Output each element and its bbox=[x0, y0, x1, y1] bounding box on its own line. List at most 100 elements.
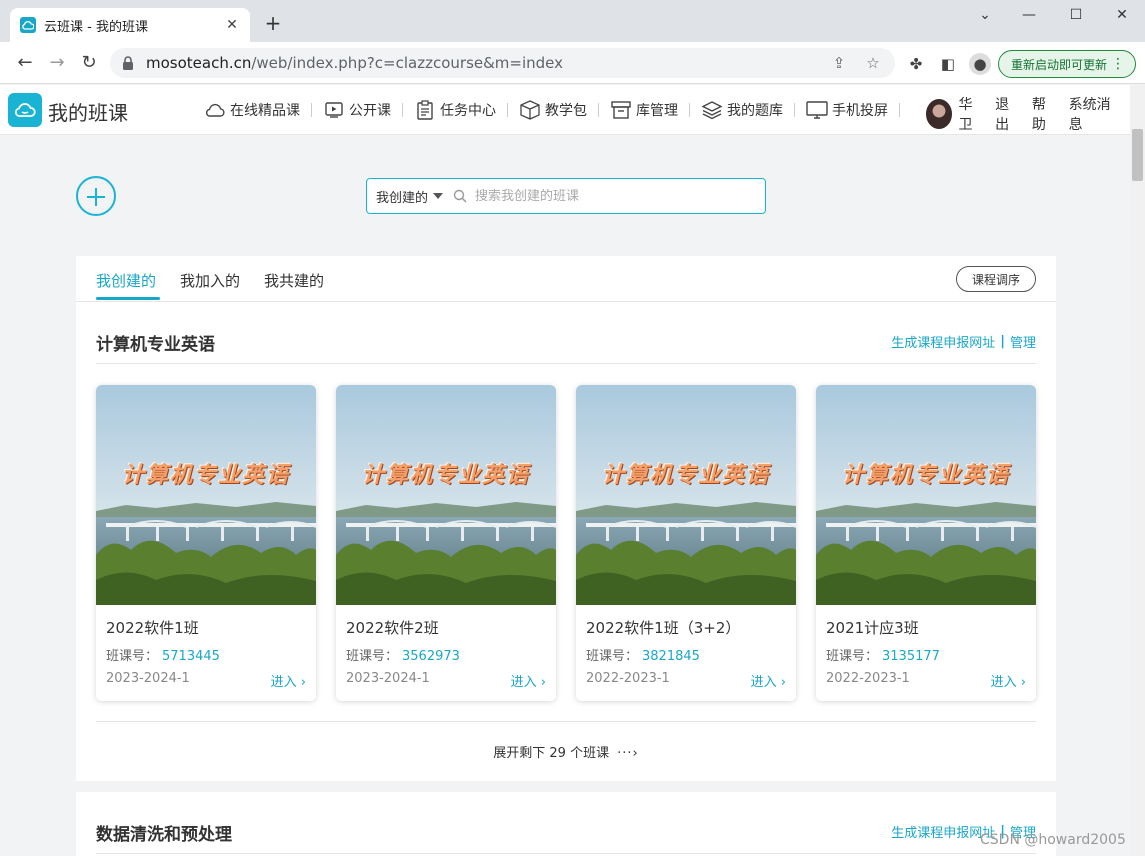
class-code-value: 3135177 bbox=[882, 649, 940, 664]
class-cover-image[interactable]: 计算机专业英语 bbox=[96, 385, 316, 605]
profile-icon[interactable]: ● bbox=[969, 53, 991, 75]
logout-link[interactable]: 退出 bbox=[995, 94, 1020, 134]
class-card[interactable]: 计算机专业英语 2021计应3班 班课号： 3135177 2022-2023-1 进入 … bbox=[816, 385, 1036, 701]
package-icon bbox=[519, 99, 541, 121]
share-icon[interactable]: ⇪ bbox=[829, 53, 849, 73]
url-text: mosoteach.cn/web/index.php?c=clazzcourse… bbox=[146, 54, 564, 72]
nav-online-courses[interactable]: 在线精品课 bbox=[204, 85, 300, 135]
enter-class-link[interactable]: 进入 › bbox=[511, 671, 546, 690]
nav-divider bbox=[899, 103, 900, 117]
archive-icon bbox=[610, 99, 632, 121]
cloud-icon bbox=[204, 99, 226, 121]
class-cover-image[interactable]: 计算机专业英语 bbox=[816, 385, 1036, 605]
tab-search-chevron-icon[interactable]: ⌄ bbox=[970, 4, 1000, 26]
caret-down-icon bbox=[433, 193, 444, 199]
course-tabs: 我创建的 我加入的 我共建的 课程调序 bbox=[76, 256, 1056, 302]
course-name: 数据清洗和预处理 bbox=[96, 825, 232, 845]
class-cover-image[interactable]: 计算机专业英语 bbox=[576, 385, 796, 605]
enter-class-link[interactable]: 进入 › bbox=[751, 671, 786, 690]
close-tab-icon[interactable]: ✕ bbox=[224, 17, 240, 33]
user-name[interactable]: 华卫 bbox=[958, 94, 983, 134]
update-button[interactable]: 重新启动即可更新 ⋮ bbox=[998, 50, 1136, 78]
help-link[interactable]: 帮助 bbox=[1032, 94, 1057, 134]
manage-link[interactable]: 管理 bbox=[1010, 332, 1036, 351]
class-term: 2022-2023-1 bbox=[586, 671, 670, 686]
minimize-icon[interactable]: — bbox=[1014, 4, 1044, 26]
side-panel-icon[interactable]: ◧ bbox=[937, 53, 959, 75]
class-name[interactable]: 2021计应3班 bbox=[826, 617, 919, 638]
tab-created[interactable]: 我创建的 bbox=[96, 270, 156, 291]
class-code-label: 班课号： bbox=[346, 649, 399, 664]
site-header: 我的班课 在线精品课 公开课 任务中心 教学包 库管理 我的题库 手机投屏 华卫… bbox=[0, 85, 1130, 135]
nav-teaching-package[interactable]: 教学包 bbox=[519, 85, 587, 135]
screen-icon bbox=[806, 99, 828, 121]
browser-tabbar: 云班课 - 我的班课 ✕ + ⌄ — ☐ ✕ bbox=[0, 0, 1145, 42]
class-card[interactable]: 计算机专业英语 2022软件1班 班课号： 5713445 2023-2024-1 进入 … bbox=[96, 385, 316, 701]
search-scope-dropdown[interactable]: 我创建的 bbox=[367, 187, 453, 206]
tab-title: 云班课 - 我的班课 bbox=[44, 19, 148, 35]
nav-label: 手机投屏 bbox=[832, 103, 888, 119]
class-code-value: 5713445 bbox=[162, 649, 220, 664]
cover-title-text: 计算机专业英语 bbox=[361, 462, 530, 488]
class-code-value: 3562973 bbox=[402, 649, 460, 664]
class-code: 班课号： 3821845 bbox=[586, 645, 700, 664]
messages-link[interactable]: 系统消息 bbox=[1069, 94, 1118, 134]
nav-open-courses[interactable]: 公开课 bbox=[323, 85, 391, 135]
nav-screen-cast[interactable]: 手机投屏 bbox=[806, 85, 888, 135]
extensions-puzzle-icon[interactable]: ✤ bbox=[905, 53, 927, 75]
class-card[interactable]: 计算机专业英语 2022软件1班（3+2） 班课号： 3821845 2022-2023… bbox=[576, 385, 796, 701]
class-cover-image[interactable]: 计算机专业英语 bbox=[336, 385, 556, 605]
course-links: 生成课程申报网址 | 管理 bbox=[891, 332, 1036, 351]
class-code-label: 班课号： bbox=[106, 649, 159, 664]
scrollbar-thumb[interactable] bbox=[1132, 129, 1143, 181]
nav-divider bbox=[689, 103, 690, 117]
enter-class-link[interactable]: 进入 › bbox=[271, 671, 306, 690]
class-code-value: 3821845 bbox=[642, 649, 700, 664]
nav-question-bank[interactable]: 我的题库 bbox=[701, 85, 783, 135]
cover-title-text: 计算机专业英语 bbox=[121, 462, 290, 488]
main-nav: 在线精品课 公开课 任务中心 教学包 库管理 我的题库 手机投屏 bbox=[204, 85, 911, 135]
nav-divider bbox=[598, 103, 599, 117]
class-code-label: 班课号： bbox=[586, 649, 639, 664]
forward-icon[interactable]: → bbox=[46, 52, 68, 74]
class-term: 2023-2024-1 bbox=[346, 671, 430, 686]
course-group-header: 数据清洗和预处理 生成课程申报网址 | 管理 bbox=[96, 810, 1036, 854]
bookmark-star-icon[interactable]: ☆ bbox=[863, 53, 883, 73]
cloud-logo-icon[interactable] bbox=[8, 93, 42, 127]
class-name[interactable]: 2022软件1班（3+2） bbox=[586, 617, 740, 638]
page-scrollbar[interactable] bbox=[1130, 85, 1145, 856]
course-panel-2: 数据清洗和预处理 生成课程申报网址 | 管理 bbox=[76, 792, 1056, 856]
maximize-icon[interactable]: ☐ bbox=[1061, 4, 1091, 26]
nav-label: 公开课 bbox=[349, 103, 391, 119]
tab-co-built[interactable]: 我共建的 bbox=[264, 270, 324, 291]
new-tab-icon[interactable]: + bbox=[262, 12, 284, 34]
nav-library-manage[interactable]: 库管理 bbox=[610, 85, 678, 135]
cover-title-text: 计算机专业英语 bbox=[601, 462, 770, 488]
expand-more[interactable]: 展开剩下 29 个班课 ···› bbox=[96, 721, 1036, 761]
reload-icon[interactable]: ↻ bbox=[78, 52, 100, 74]
search-input[interactable] bbox=[475, 188, 765, 204]
nav-task-center[interactable]: 任务中心 bbox=[414, 85, 496, 135]
search-scope-label: 我创建的 bbox=[376, 190, 429, 206]
tab-joined[interactable]: 我加入的 bbox=[180, 270, 240, 291]
nav-label: 我的题库 bbox=[727, 103, 783, 119]
course-panel: 我创建的 我加入的 我共建的 课程调序 计算机专业英语 生成课程申报网址 | 管… bbox=[76, 256, 1056, 781]
add-course-button[interactable] bbox=[76, 176, 116, 216]
avatar[interactable] bbox=[926, 99, 953, 129]
address-bar[interactable]: mosoteach.cn/web/index.php?c=clazzcourse… bbox=[110, 48, 895, 78]
back-icon[interactable]: ← bbox=[14, 52, 36, 74]
expand-label: 展开剩下 29 个班课 bbox=[493, 746, 610, 761]
class-card[interactable]: 计算机专业英语 2022软件2班班课号： 3562973 2023-2024-1 进入 … bbox=[336, 385, 556, 701]
close-window-icon[interactable]: ✕ bbox=[1107, 4, 1137, 26]
search-icon bbox=[453, 189, 467, 203]
class-code: 班课号： 5713445 bbox=[106, 645, 220, 664]
kebab-menu-icon[interactable]: ⋮ bbox=[1111, 55, 1125, 73]
user-area: 华卫 退出 帮助 系统消息 bbox=[926, 94, 1130, 134]
class-name[interactable]: 2022软件1班 bbox=[106, 617, 199, 638]
browser-tab[interactable]: 云班课 - 我的班课 ✕ bbox=[10, 8, 250, 42]
class-name[interactable]: 2022软件2班 bbox=[346, 617, 439, 638]
enter-class-link[interactable]: 进入 › bbox=[991, 671, 1026, 690]
course-order-button[interactable]: 课程调序 bbox=[956, 266, 1036, 292]
active-tab-indicator bbox=[96, 297, 160, 300]
report-url-link[interactable]: 生成课程申报网址 bbox=[891, 332, 995, 351]
